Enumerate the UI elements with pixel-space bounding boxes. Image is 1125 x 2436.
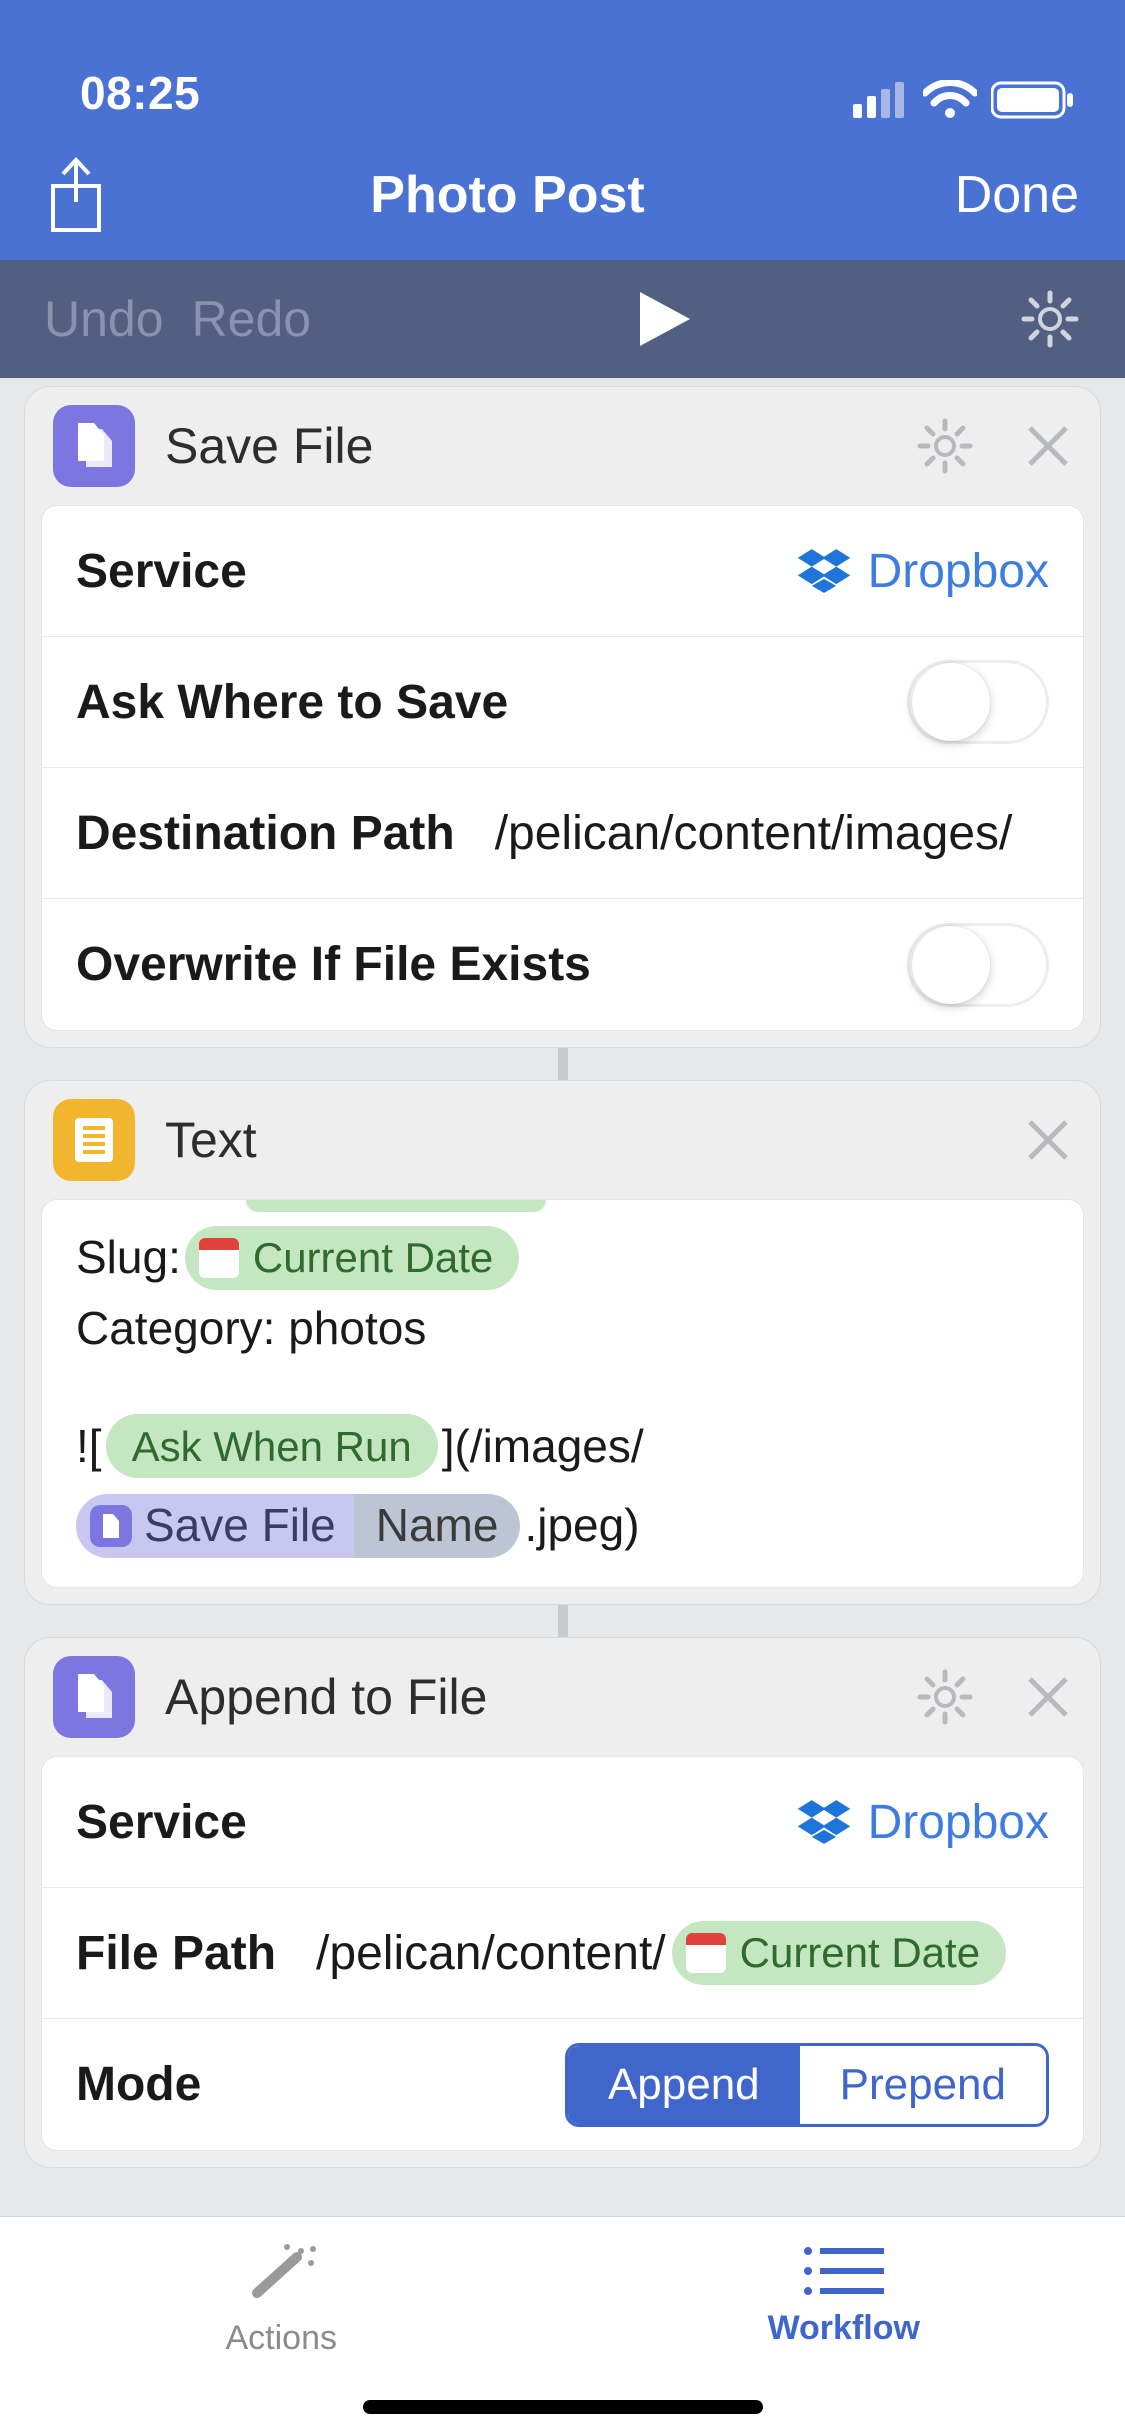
row-label: File Path xyxy=(76,1926,276,1981)
connector xyxy=(24,1605,1101,1637)
action-body: Service Dropbox File Path / xyxy=(41,1756,1084,2151)
status-icons xyxy=(853,80,1075,120)
cellular-icon xyxy=(853,82,909,118)
mode-segmented[interactable]: Append Prepend xyxy=(565,2043,1049,2127)
status-time: 08:25 xyxy=(80,66,200,120)
tab-label: Actions xyxy=(226,2319,338,2358)
variable-ask-when-run[interactable]: Ask When Run xyxy=(106,1414,438,1478)
action-header: Append to File xyxy=(25,1638,1100,1756)
action-title: Append to File xyxy=(165,1668,916,1726)
row-label: Service xyxy=(76,1795,247,1850)
calendar-icon xyxy=(199,1238,239,1278)
play-icon[interactable] xyxy=(636,288,694,350)
mode-prepend[interactable]: Prepend xyxy=(800,2046,1046,2124)
variable-label: Current Date xyxy=(740,1929,980,1977)
close-icon[interactable] xyxy=(1024,422,1072,470)
variable-current-date[interactable]: Current Date xyxy=(185,1226,519,1290)
row-label: Destination Path xyxy=(76,806,455,861)
action-header: Text xyxy=(25,1081,1100,1199)
text-close-path: ](/images/ xyxy=(442,1411,644,1482)
dropbox-icon xyxy=(796,543,852,599)
action-settings-icon[interactable] xyxy=(916,417,974,475)
token-peek xyxy=(246,1200,546,1212)
nav-bar: Photo Post Done xyxy=(0,140,1125,260)
variable-label: Ask When Run xyxy=(132,1414,412,1479)
wifi-icon xyxy=(923,80,977,120)
share-icon xyxy=(47,156,105,234)
dropbox-icon xyxy=(796,1794,852,1850)
action-save-file[interactable]: Save File Service xyxy=(24,386,1101,1048)
row-label: Service xyxy=(76,544,247,599)
row-label: Ask Where to Save xyxy=(76,675,508,730)
variable-source: Save File xyxy=(144,1490,336,1561)
text-action-icon xyxy=(53,1099,135,1181)
action-text[interactable]: Text Slug: Current Date Category: photos xyxy=(24,1080,1101,1605)
mode-append[interactable]: Append xyxy=(568,2046,800,2124)
close-icon[interactable] xyxy=(1024,1673,1072,1721)
text-slug-label: Slug: xyxy=(76,1222,181,1293)
editor-toolbar: Undo Redo xyxy=(0,260,1125,378)
share-button[interactable] xyxy=(46,156,106,234)
undo-button[interactable]: Undo xyxy=(44,290,164,348)
variable-save-file-name[interactable]: Save File Name xyxy=(76,1494,520,1558)
text-bang: ![ xyxy=(76,1411,102,1482)
service-value: Dropbox xyxy=(868,544,1049,599)
close-icon[interactable] xyxy=(1024,1116,1072,1164)
action-body: Service Dropbox Ask Where to Save xyxy=(41,505,1084,1031)
row-service[interactable]: Service Dropbox xyxy=(42,506,1083,637)
wand-icon xyxy=(239,2241,323,2311)
status-bar: 08:25 xyxy=(0,0,1125,140)
workflow-canvas[interactable]: Save File Service xyxy=(0,378,1125,2436)
file-path-prefix: /pelican/content/ xyxy=(316,1926,666,1981)
list-icon xyxy=(800,2241,888,2301)
file-icon xyxy=(90,1505,132,1547)
row-label: Mode xyxy=(76,2057,201,2112)
action-title: Text xyxy=(165,1111,1024,1169)
append-file-action-icon xyxy=(53,1656,135,1738)
variable-property: Name xyxy=(354,1494,521,1558)
ask-where-toggle[interactable] xyxy=(907,660,1049,744)
text-category: Category: photos xyxy=(76,1293,426,1364)
action-settings-icon[interactable] xyxy=(916,1668,974,1726)
action-append-to-file[interactable]: Append to File Service xyxy=(24,1637,1101,2168)
text-jpeg: .jpeg) xyxy=(524,1490,639,1561)
action-header: Save File xyxy=(25,387,1100,505)
done-button[interactable]: Done xyxy=(909,165,1079,225)
tab-label: Workflow xyxy=(768,2309,920,2348)
redo-button[interactable]: Redo xyxy=(192,290,312,348)
destination-path-value: /pelican/content/images/ xyxy=(495,806,1013,861)
home-indicator[interactable] xyxy=(363,2400,763,2414)
overwrite-toggle[interactable] xyxy=(907,923,1049,1007)
bottom-tab-bar: Actions Workflow xyxy=(0,2216,1125,2436)
calendar-icon xyxy=(686,1933,726,1973)
row-file-path[interactable]: File Path /pelican/content/ Current Date xyxy=(42,1888,1083,2019)
variable-label: Current Date xyxy=(253,1225,493,1290)
action-title: Save File xyxy=(165,417,916,475)
connector xyxy=(24,1048,1101,1080)
save-file-action-icon xyxy=(53,405,135,487)
row-destination-path[interactable]: Destination Path /pelican/content/images… xyxy=(42,768,1083,899)
row-service[interactable]: Service Dropbox xyxy=(42,1757,1083,1888)
settings-gear-icon[interactable] xyxy=(1019,288,1081,350)
variable-current-date[interactable]: Current Date xyxy=(672,1921,1006,1985)
row-label: Overwrite If File Exists xyxy=(76,937,591,992)
row-overwrite: Overwrite If File Exists xyxy=(42,899,1083,1030)
text-content[interactable]: Slug: Current Date Category: photos ![ A… xyxy=(41,1199,1084,1588)
battery-icon xyxy=(991,80,1075,120)
service-value: Dropbox xyxy=(868,1795,1049,1850)
page-title: Photo Post xyxy=(106,165,909,225)
row-mode: Mode Append Prepend xyxy=(42,2019,1083,2150)
row-ask-where: Ask Where to Save xyxy=(42,637,1083,768)
